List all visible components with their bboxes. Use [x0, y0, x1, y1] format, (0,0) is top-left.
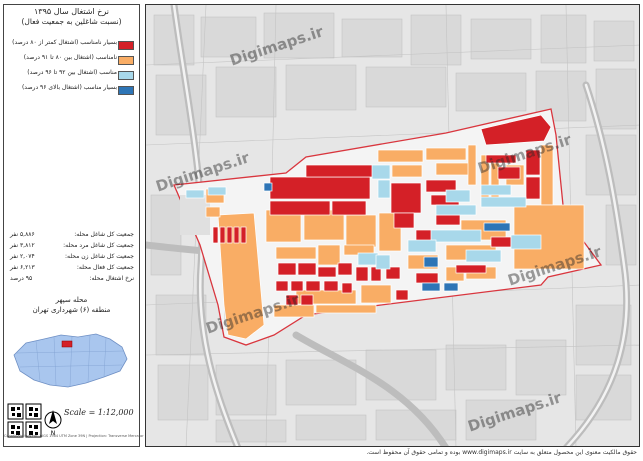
locator-highlight — [61, 340, 73, 348]
stat-value: ۶,۲۱۳ نفر — [10, 264, 35, 271]
north-arrow-icon: N — [44, 410, 62, 437]
neighborhood-name: محله سپهر — [55, 296, 88, 304]
stat-value: ۳,۸۱۲ نفر — [10, 242, 35, 249]
district-name: منطقه (۶) شهرداری تهران — [32, 306, 111, 314]
stat-key: جمعیت کل فعال محله: — [76, 264, 134, 271]
legend-item-label: بسیار نامناسب (اشتغال کمتر از ۸۰ درصد) — [12, 39, 117, 46]
legend-item-very-poor: بسیار نامناسب (اشتغال کمتر از ۸۰ درصد) — [8, 38, 136, 52]
legend-title: نرخ اشتغال سال ۱۳۹۵ — [33, 7, 110, 16]
stat-key: جمعیت کل شاغل مرد محله: — [63, 242, 134, 249]
legend-swatch — [118, 41, 134, 50]
legend-item-label: نامناسب (اشتغال بین ۸۰ تا ۹۱ درصد) — [23, 54, 117, 61]
legend-item-good: مناسب (اشتغال بین ۹۲ تا ۹۶ درصد) — [8, 68, 136, 82]
legend-item-very-good: بسیار مناسب (اشتغال بالای ۹۶ درصد) — [8, 83, 136, 97]
stat-value: ۵,۸۸۶ نفر — [10, 231, 35, 238]
locator-inset-map — [6, 325, 132, 395]
map-canvas — [146, 5, 639, 446]
legend-item-label: مناسب (اشتغال بین ۹۲ تا ۹۶ درصد) — [27, 69, 117, 76]
copyright-note: حقوق مالکیت معنوی این محصول متعلق به سای… — [366, 449, 637, 456]
stat-female-employed: جمعیت کل شاغل زن محله: ۲,۰۷۴ نفر — [8, 253, 136, 264]
stat-value: ۲,۰۷۴ نفر — [10, 253, 35, 260]
legend-swatch — [118, 86, 134, 95]
stat-active-population: جمعیت کل فعال محله: ۶,۲۱۳ نفر — [8, 264, 136, 275]
stat-total-employed: جمعیت کل شاغل محله: ۵,۸۸۶ نفر — [8, 231, 136, 242]
stat-key: جمعیت کل شاغل زن محله: — [65, 253, 134, 260]
legend-subtitle: (نسبت شاغلین به جمعیت فعال) — [21, 17, 122, 26]
map-frame: Digimaps.ir Digimaps.ir Digimaps.ir Digi… — [145, 4, 640, 447]
legend-swatch — [118, 56, 134, 65]
legend-item-poor: نامناسب (اشتغال بین ۸۰ تا ۹۱ درصد) — [8, 53, 136, 67]
qr-code-icon — [7, 403, 42, 438]
legend-swatch — [118, 71, 134, 80]
stat-male-employed: جمعیت کل شاغل مرد محله: ۳,۸۱۲ نفر — [8, 242, 136, 253]
legend-item-label: بسیار مناسب (اشتغال بالای ۹۶ درصد) — [21, 84, 117, 91]
stat-key: نرخ اشتغال محله: — [89, 275, 134, 282]
stat-value: ۹۵ درصد — [10, 275, 33, 282]
map-scale: Scale = 1:12,000 — [64, 408, 134, 417]
coordinate-credit: Coordinate System: WGS 1984 UTM Zone 39N… — [4, 434, 144, 438]
stat-key: جمعیت کل شاغل محله: — [74, 231, 134, 238]
stat-employment-rate: نرخ اشتغال محله: ۹۵ درصد — [8, 275, 136, 286]
